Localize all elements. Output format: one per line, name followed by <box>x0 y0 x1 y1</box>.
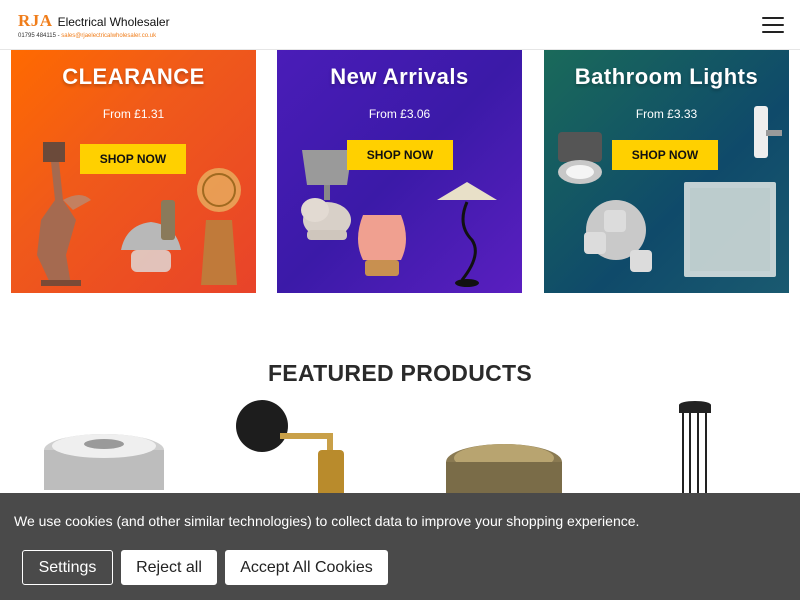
shop-now-button[interactable]: SHOP NOW <box>347 140 453 170</box>
banner-price: From £3.33 <box>635 107 698 121</box>
product-card[interactable] <box>410 400 600 500</box>
banner-title: CLEARANCE <box>62 64 205 89</box>
logo-contact: 01795 484115 - sales@rjaelectricalwholes… <box>18 33 170 39</box>
product-image-pendant-cluster <box>679 401 711 500</box>
phone-number: 01795 484115 - <box>18 33 60 39</box>
banner-price: From £1.31 <box>102 107 165 121</box>
cookie-settings-button[interactable]: Settings <box>22 550 113 585</box>
product-card[interactable] <box>210 400 400 500</box>
logo-name: Electrical Wholesaler <box>57 15 170 29</box>
logo-mark: RJA <box>18 11 53 30</box>
product-image-antique-brass-ceiling-plate <box>446 444 562 500</box>
banner-new-arrivals[interactable]: New Arrivals From £3.06 SHOP NOW <box>277 50 522 293</box>
email-address: sales@rjaelectricalwholesaler.co.uk <box>61 33 157 39</box>
hamburger-menu-icon[interactable] <box>762 17 784 34</box>
product-image-chrome-ceiling-plate <box>44 434 164 490</box>
banner-title: New Arrivals <box>330 64 469 89</box>
product-card[interactable] <box>10 400 200 500</box>
accept-all-cookies-button[interactable]: Accept All Cookies <box>225 550 388 585</box>
cookie-consent-bar: We use cookies (and other similar techno… <box>0 493 800 600</box>
banner-bathroom-lights[interactable]: Bathroom Lights From £3.33 SHOP NOW <box>544 50 789 293</box>
site-logo[interactable]: RJA Electrical Wholesaler 01795 484115 -… <box>18 11 170 39</box>
banner-clearance[interactable]: CLEARANCE From £1.31 SHOP NOW <box>11 50 256 293</box>
product-card[interactable] <box>610 400 800 500</box>
banner-price: From £3.06 <box>368 107 431 121</box>
product-image-black-brass-wall-light <box>236 400 344 500</box>
shop-now-button[interactable]: SHOP NOW <box>80 144 186 174</box>
site-header: RJA Electrical Wholesaler 01795 484115 -… <box>0 0 800 50</box>
banner-title: Bathroom Lights <box>574 64 759 89</box>
reject-all-cookies-button[interactable]: Reject all <box>121 550 217 585</box>
shop-now-button[interactable]: SHOP NOW <box>612 140 718 170</box>
cookie-message: We use cookies (and other similar techno… <box>14 513 640 529</box>
featured-products-heading: FEATURED PRODUCTS <box>267 360 533 386</box>
